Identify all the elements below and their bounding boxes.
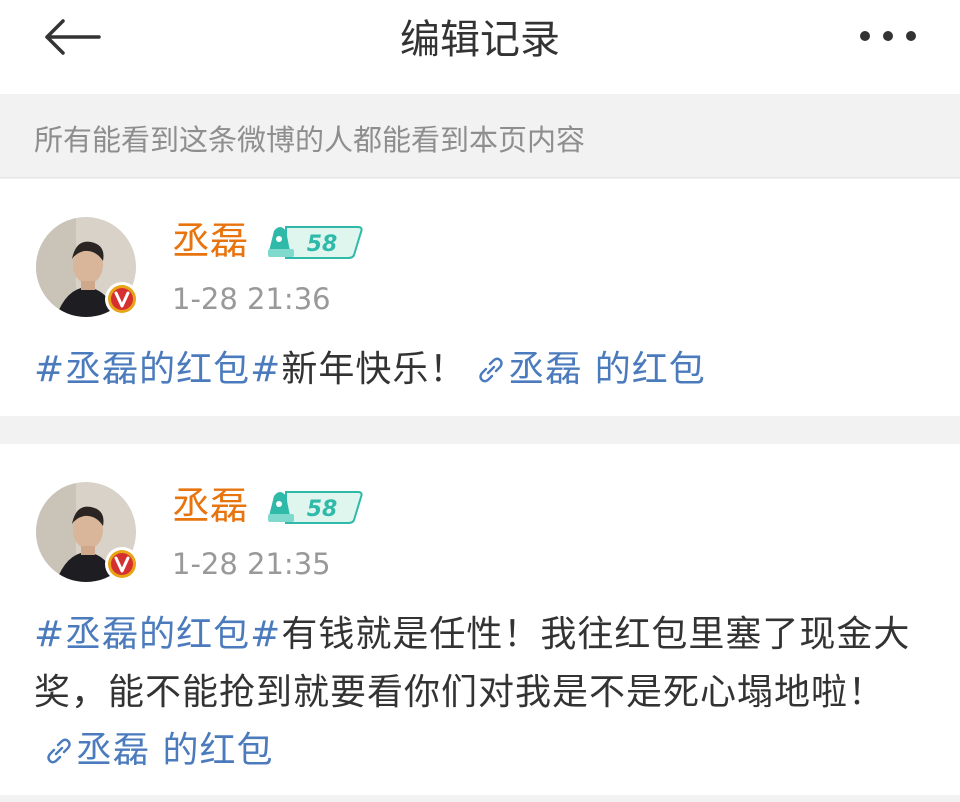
top-bar: 编辑记录 xyxy=(0,0,960,94)
more-dots-icon xyxy=(860,31,916,41)
topic-link[interactable]: #丞磊的红包# xyxy=(34,614,281,655)
username[interactable]: 丞磊 xyxy=(172,217,248,265)
verified-badge-icon xyxy=(105,547,139,581)
username[interactable]: 丞磊 xyxy=(172,482,248,530)
topic-link[interactable]: #丞磊的红包# xyxy=(34,349,281,390)
red-packet-link[interactable]: 丞磊 的红包 xyxy=(34,730,273,771)
post-time: 1-28 21:35 xyxy=(172,547,331,581)
more-button[interactable] xyxy=(852,14,924,58)
level-badge-icon: 58 xyxy=(268,491,363,524)
post-text: 新年快乐！ xyxy=(281,349,467,390)
link-icon xyxy=(47,738,71,764)
red-packet-link[interactable]: 丞磊 的红包 xyxy=(466,349,705,390)
edit-record-item: 丞磊 58 1-28 21:35 #丞磊的红包#有钱就是任性！我往红包里塞了现金… xyxy=(0,444,960,795)
link-icon xyxy=(479,357,504,383)
level-badge-icon: 58 xyxy=(268,226,363,259)
edit-record-item: 丞磊 58 1-28 21:36 #丞磊的红包#新年快乐！ 丞磊 的红包 xyxy=(0,179,960,416)
visibility-notice: 所有能看到这条微博的人都能看到本页内容 xyxy=(0,94,960,178)
link-text: 丞磊 的红包 xyxy=(76,730,274,771)
page-title: 编辑记录 xyxy=(400,17,560,63)
verified-badge-icon xyxy=(105,282,139,316)
post-time: 1-28 21:36 xyxy=(172,282,331,316)
level-number: 58 xyxy=(307,497,338,522)
link-text: 丞磊 的红包 xyxy=(508,349,706,390)
level-number: 58 xyxy=(307,232,338,257)
avatar[interactable] xyxy=(36,482,139,582)
notice-text: 所有能看到这条微博的人都能看到本页内容 xyxy=(34,123,586,157)
post-content: #丞磊的红包#有钱就是任性！我往红包里塞了现金大奖，能不能抢到就要看你们对我是不… xyxy=(34,606,930,780)
avatar[interactable] xyxy=(36,217,139,317)
post-content: #丞磊的红包#新年快乐！ 丞磊 的红包 xyxy=(34,341,930,399)
